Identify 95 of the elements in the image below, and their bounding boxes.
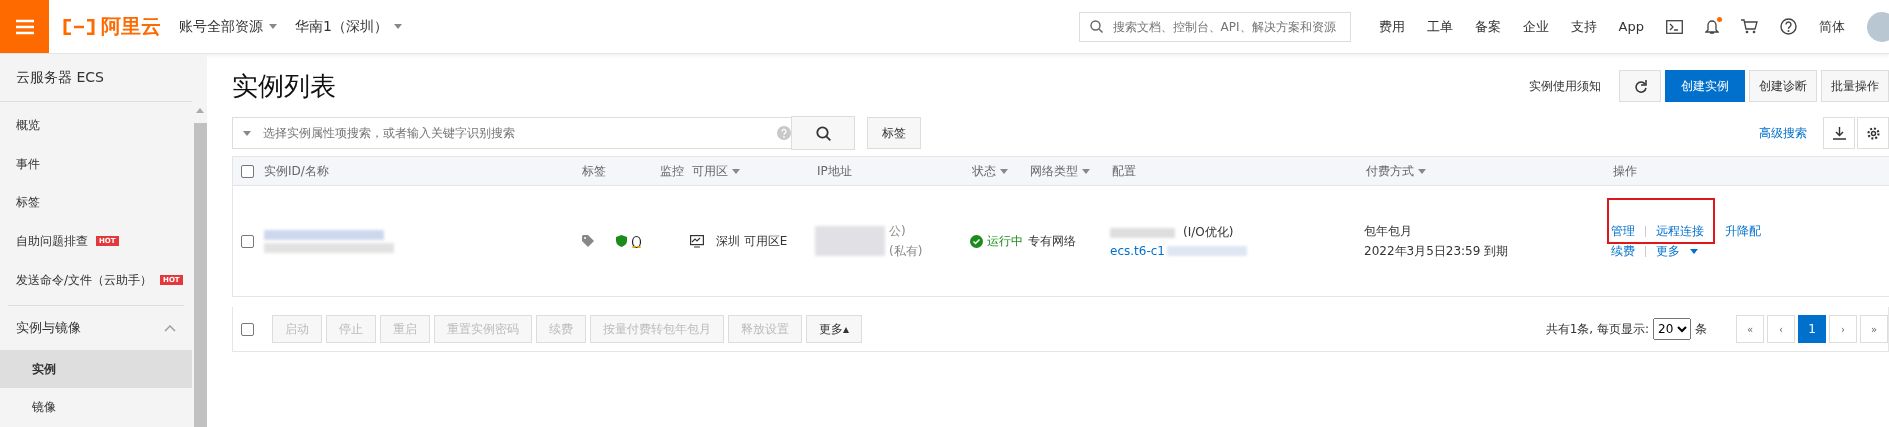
notice-link[interactable]: 实例使用须知 — [1529, 77, 1601, 95]
billing-type: 包年包月 — [1364, 222, 1413, 240]
help-icon — [777, 126, 791, 140]
config-text: (I/O优化) — [1183, 224, 1234, 241]
public-ip-label: 公) — [889, 222, 907, 240]
menu-icon — [15, 18, 34, 35]
instance-type-link[interactable]: ecs.t6-c1 — [1110, 244, 1165, 258]
action-button[interactable]: 批量操作 — [1821, 70, 1889, 102]
search-icon — [815, 125, 831, 141]
shield-icon — [616, 235, 627, 247]
page-title: 实例列表 — [232, 69, 337, 103]
region-dropdown[interactable]: 华南1（深圳） — [295, 17, 402, 36]
nav-link[interactable]: 备案 — [1474, 17, 1501, 36]
action-button[interactable]: 创建诊断 — [1749, 70, 1817, 102]
caret-icon — [243, 130, 251, 136]
page-button[interactable]: » — [1860, 315, 1888, 343]
tag-button[interactable]: 标签 — [867, 117, 921, 149]
filter-search-field[interactable]: 选择实例属性项搜索，或者输入关键字识别搜索 — [232, 117, 792, 149]
caret-icon — [1690, 248, 1698, 254]
settings-button[interactable] — [1857, 117, 1889, 149]
page-size-unit: 条 — [1695, 320, 1707, 338]
action-link[interactable]: 续费 — [1611, 242, 1635, 260]
sidebar-item[interactable]: 概览 — [0, 106, 192, 145]
checkbox[interactable] — [241, 322, 254, 336]
caret-icon — [393, 24, 402, 29]
action-link[interactable]: 管理 — [1611, 222, 1635, 240]
sidebar-item[interactable]: 实例 — [0, 349, 192, 389]
download-button[interactable] — [1823, 117, 1855, 149]
bulk-action-button[interactable]: 更多▴ — [806, 315, 863, 343]
settings-icon — [1866, 126, 1880, 140]
expiry-date: 2022年3月5日23:59 到期 — [1364, 242, 1509, 260]
zone-text: 深圳 可用区E — [716, 232, 788, 250]
action-link[interactable]: 更多 — [1656, 242, 1680, 260]
scope-dropdown[interactable]: 账号全部资源 — [179, 17, 277, 36]
sidebar-item[interactable]: 镜像 — [0, 388, 192, 427]
sidebar-item[interactable]: 事件 — [0, 145, 192, 184]
checkbox[interactable] — [241, 234, 254, 248]
column-header[interactable]: 可用区 — [692, 162, 740, 180]
check-circle-icon — [970, 234, 983, 248]
caret-icon — [732, 168, 740, 174]
refresh-icon — [1633, 79, 1647, 93]
column-header: 配置 — [1112, 162, 1136, 180]
column-header: 实例ID/名称 — [264, 162, 329, 180]
logo-icon — [63, 18, 95, 35]
action-link[interactable]: 升降配 — [1725, 222, 1761, 240]
column-header[interactable]: 状态 — [972, 162, 1008, 180]
column-header: 标签 — [582, 162, 606, 180]
page-button[interactable]: ‹ — [1767, 315, 1795, 343]
page-size-select[interactable]: 20 — [1653, 318, 1691, 340]
network-type: 专有网络 — [1028, 232, 1077, 250]
blurred-text — [1110, 227, 1175, 238]
search-button[interactable] — [791, 116, 855, 150]
search-field[interactable]: 搜索文档、控制台、API、解决方案和资源 — [1078, 11, 1351, 42]
action-button[interactable]: 创建实例 — [1665, 70, 1745, 102]
caret-icon — [1418, 168, 1426, 174]
monitor-icon[interactable] — [690, 234, 704, 248]
search-icon — [1089, 20, 1103, 33]
column-header[interactable]: 付费方式 — [1366, 162, 1426, 180]
total-count: 共有1条, 每页显示: — [1545, 320, 1649, 338]
nav-link[interactable]: 费用 — [1378, 17, 1405, 36]
private-ip-label: (私有) — [889, 242, 923, 260]
help-icon[interactable] — [1780, 18, 1797, 35]
sidebar-item[interactable]: 标签 — [0, 183, 192, 223]
action-link[interactable]: 远程连接 — [1656, 222, 1704, 240]
sidebar-title: 云服务器 ECS — [0, 54, 192, 103]
page-button[interactable]: › — [1829, 315, 1857, 343]
linux-penguin-icon — [631, 234, 642, 248]
tag-icon[interactable] — [582, 235, 594, 247]
cart-icon[interactable] — [1741, 19, 1758, 34]
advanced-search-link[interactable]: 高级搜索 — [1759, 124, 1807, 142]
nav-link[interactable]: App — [1618, 19, 1644, 34]
nav-link[interactable]: 工单 — [1426, 17, 1453, 36]
caret-icon — [269, 24, 277, 29]
menu-button[interactable] — [0, 0, 49, 53]
nav-link[interactable]: 企业 — [1522, 17, 1549, 36]
language-link[interactable]: 简体 — [1819, 17, 1845, 36]
page-button[interactable]: « — [1736, 315, 1764, 343]
column-header: 监控 — [660, 162, 684, 180]
logo-text: 阿里云 — [101, 13, 161, 40]
nav-link[interactable]: 支持 — [1570, 17, 1597, 36]
chevron-icon — [164, 324, 176, 332]
blurred-text — [815, 226, 885, 256]
column-header: 操作 — [1613, 162, 1637, 180]
refresh-button[interactable] — [1619, 70, 1661, 102]
caret-icon — [1082, 168, 1090, 174]
bell-icon[interactable] — [1705, 18, 1719, 35]
checkbox[interactable] — [241, 164, 254, 178]
caret-icon — [1000, 168, 1008, 174]
column-header: IP地址 — [817, 162, 852, 180]
status-text: 运行中 — [987, 232, 1023, 250]
download-icon — [1832, 126, 1846, 140]
sidebar-group[interactable]: 实例与镜像 — [0, 306, 192, 350]
column-header[interactable]: 网络类型 — [1030, 162, 1090, 180]
terminal-icon[interactable] — [1666, 19, 1683, 34]
page-button[interactable]: 1 — [1798, 315, 1826, 343]
